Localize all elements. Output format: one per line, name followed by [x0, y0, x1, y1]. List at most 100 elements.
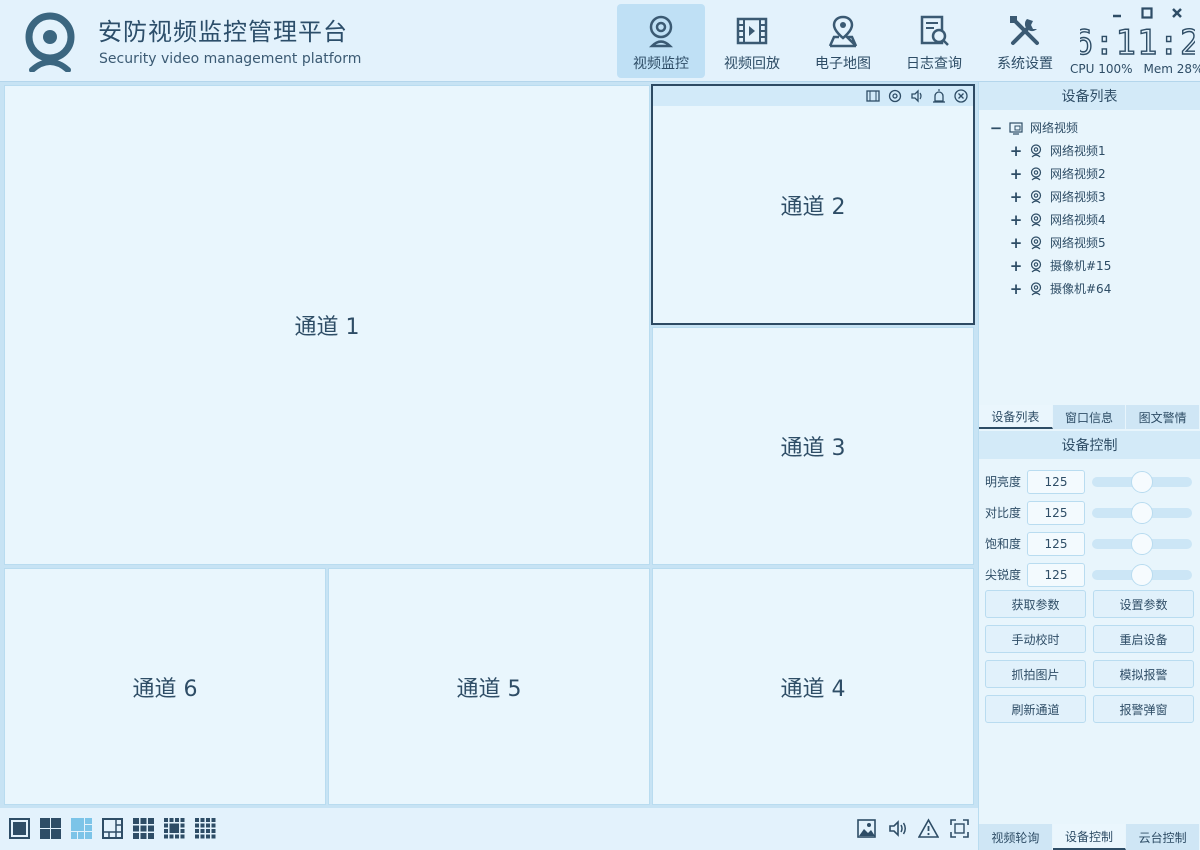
- slider-handle[interactable]: [1131, 501, 1153, 524]
- slider-label: 明亮度: [985, 475, 1022, 489]
- slider-track[interactable]: [1092, 563, 1192, 586]
- expand-icon[interactable]: +: [1009, 257, 1023, 275]
- webcam-icon: [648, 15, 674, 48]
- tab-video-polling[interactable]: 视频轮询: [979, 824, 1053, 850]
- nav-system-settings[interactable]: 系统设置: [981, 4, 1069, 78]
- nav-log-query[interactable]: 日志查询: [890, 4, 978, 78]
- channel-1[interactable]: 通道 1: [4, 85, 650, 565]
- tree-item[interactable]: + 网络视频4: [979, 208, 1200, 231]
- nav-video-monitor[interactable]: 视频监控: [617, 4, 705, 78]
- tree-item[interactable]: + 网络视频2: [979, 162, 1200, 185]
- tree-label: 摄像机#15: [1050, 259, 1112, 273]
- action-button[interactable]: 报警弹窗: [1093, 695, 1194, 723]
- expand-icon[interactable]: +: [1009, 165, 1023, 183]
- slider-value-field[interactable]: 125: [1027, 469, 1085, 494]
- system-status: CPU 100% Mem 28%: [1070, 62, 1200, 76]
- tab-window-info[interactable]: 窗口信息: [1052, 405, 1127, 429]
- channel-2[interactable]: 通道 2: [651, 84, 975, 325]
- tree-item[interactable]: + 网络视频5: [979, 231, 1200, 254]
- action-button[interactable]: 手动校时: [985, 625, 1086, 653]
- camera-icon: [1030, 212, 1042, 226]
- video-grid: 通道 1 通道 2 通道 3 通道 6 通道 5 通道 4: [0, 82, 978, 808]
- slider-value-field[interactable]: 125: [1027, 531, 1085, 556]
- network-video-icon: [1009, 121, 1023, 135]
- audio-button[interactable]: [909, 88, 925, 104]
- tree-label: 网络视频5: [1050, 236, 1106, 250]
- channel-3[interactable]: 通道 3: [652, 327, 974, 565]
- layout-9-icon[interactable]: [133, 818, 154, 839]
- collapse-icon[interactable]: −: [989, 119, 1003, 137]
- slider-handle[interactable]: [1131, 532, 1153, 555]
- tree-item[interactable]: + 网络视频3: [979, 185, 1200, 208]
- action-button[interactable]: 获取参数: [985, 590, 1086, 618]
- slider-row: 饱和度 125: [985, 528, 1197, 559]
- maximize-button[interactable]: [1132, 4, 1162, 22]
- panel-tabs-bottom: 视频轮询 设备控制 云台控制: [979, 824, 1200, 850]
- warning-icon[interactable]: [918, 818, 939, 839]
- action-button[interactable]: 重启设备: [1093, 625, 1194, 653]
- action-button[interactable]: 设置参数: [1093, 590, 1194, 618]
- expand-icon[interactable]: +: [1009, 211, 1023, 229]
- action-button[interactable]: 刷新通道: [985, 695, 1086, 723]
- nav-label: 视频监控: [633, 56, 689, 72]
- alarm-button[interactable]: [931, 88, 947, 104]
- layout-8-icon[interactable]: [102, 818, 123, 839]
- record-button[interactable]: [865, 88, 881, 104]
- camera-icon: [1030, 281, 1042, 295]
- maximize-icon: [1141, 7, 1153, 19]
- close-button[interactable]: [1162, 4, 1192, 22]
- snapshot-button[interactable]: [887, 88, 903, 104]
- app-subtitle: Security video management platform: [99, 51, 362, 67]
- expand-icon[interactable]: +: [1009, 234, 1023, 252]
- expand-icon[interactable]: +: [1009, 142, 1023, 160]
- tab-device-list[interactable]: 设备列表: [979, 405, 1053, 429]
- layout-16-icon[interactable]: [195, 818, 216, 839]
- slider-handle[interactable]: [1131, 563, 1153, 586]
- bottom-toolbar: [0, 808, 978, 850]
- slider-value-field[interactable]: 125: [1027, 500, 1085, 525]
- expand-icon[interactable]: +: [1009, 280, 1023, 298]
- slider-row: 明亮度 125: [985, 466, 1197, 497]
- close-icon: [1172, 8, 1182, 18]
- slider-handle[interactable]: [1131, 470, 1153, 493]
- fullscreen-icon[interactable]: [949, 818, 970, 839]
- tree-root[interactable]: − 网络视频: [979, 116, 1200, 139]
- layout-1-icon[interactable]: [9, 818, 30, 839]
- slider-label: 对比度: [985, 506, 1022, 520]
- nav-electronic-map[interactable]: 电子地图: [799, 4, 887, 78]
- channel-5[interactable]: 通道 5: [328, 568, 650, 805]
- nav-label: 电子地图: [815, 56, 871, 72]
- device-control-header: 设备控制: [979, 431, 1200, 459]
- slider-track[interactable]: [1092, 470, 1192, 493]
- image-icon[interactable]: [856, 818, 877, 839]
- slider-track[interactable]: [1092, 501, 1192, 524]
- speaker-icon[interactable]: [887, 818, 908, 839]
- expand-icon[interactable]: +: [1009, 188, 1023, 206]
- slider-value-field[interactable]: 125: [1027, 562, 1085, 587]
- tree-label: 网络视频4: [1050, 213, 1106, 227]
- tree-item[interactable]: + 网络视频1: [979, 139, 1200, 162]
- tab-alarm-info[interactable]: 图文警情: [1126, 405, 1200, 429]
- tree-item[interactable]: + 摄像机#64: [979, 277, 1200, 300]
- tab-device-control[interactable]: 设备控制: [1052, 824, 1127, 850]
- tree-label: 网络视频2: [1050, 167, 1106, 181]
- webcam-logo-icon: [25, 12, 75, 72]
- slider-track[interactable]: [1092, 532, 1192, 555]
- device-action-buttons: 获取参数 设置参数 手动校时 重启设备 抓拍图片 模拟报警 刷新通道 报警弹窗: [985, 590, 1197, 723]
- camera-icon: [1030, 258, 1042, 272]
- action-button[interactable]: 抓拍图片: [985, 660, 1086, 688]
- alarm-light-icon: [933, 89, 945, 103]
- tab-ptz-control[interactable]: 云台控制: [1126, 824, 1200, 850]
- nav-video-playback[interactable]: 视频回放: [708, 4, 796, 78]
- channel-4[interactable]: 通道 4: [652, 568, 974, 805]
- channel-6[interactable]: 通道 6: [4, 568, 326, 805]
- action-button[interactable]: 模拟报警: [1093, 660, 1194, 688]
- slider-label: 饱和度: [985, 537, 1022, 551]
- layout-4-icon[interactable]: [40, 818, 61, 839]
- tree-item[interactable]: + 摄像机#15: [979, 254, 1200, 277]
- layout-13-icon[interactable]: [164, 818, 185, 839]
- close-channel-button[interactable]: [953, 88, 969, 104]
- minimize-button[interactable]: [1102, 4, 1132, 22]
- layout-6-icon[interactable]: [71, 818, 92, 839]
- nav-label: 日志查询: [906, 56, 962, 72]
